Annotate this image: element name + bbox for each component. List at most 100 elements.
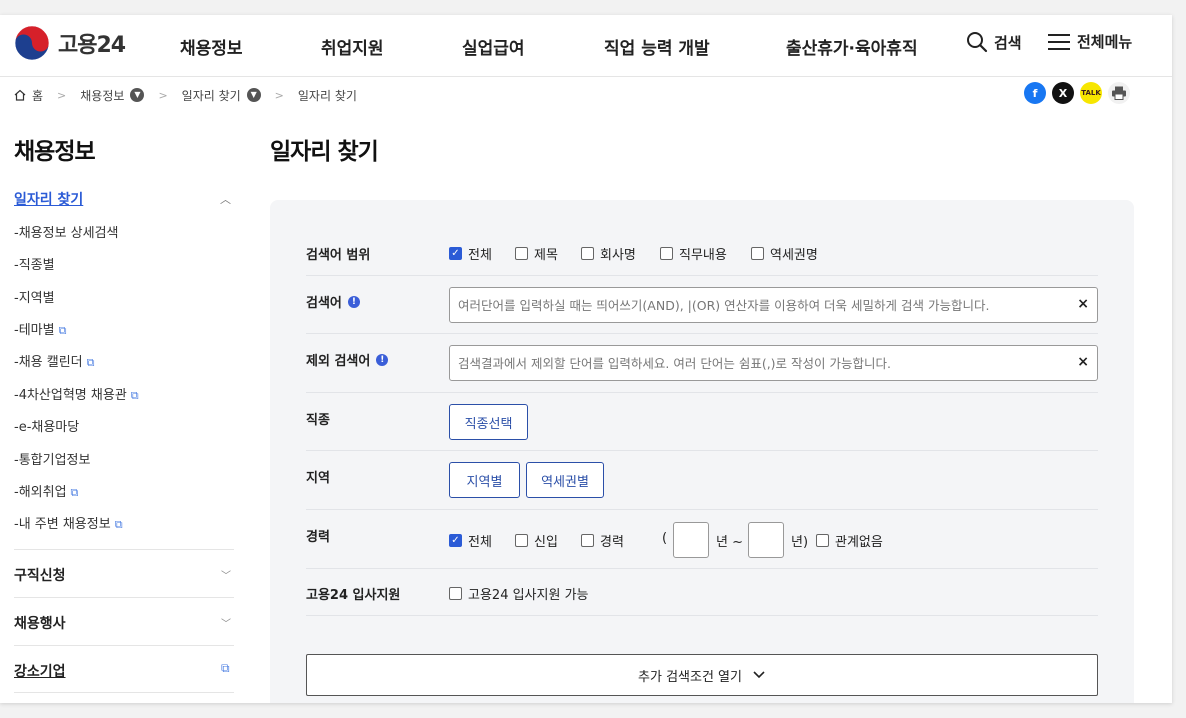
sidebar-group-job-application[interactable]: 구직신청 xyxy=(14,565,66,585)
checkbox-checked-icon: ✓ xyxy=(449,247,462,260)
search-label: 검색 xyxy=(994,33,1022,52)
x-share-button[interactable]: X xyxy=(1052,82,1074,104)
scope-company-checkbox[interactable]: 회사명 xyxy=(581,244,636,263)
search-scope-label: 검색어 범위 xyxy=(306,248,371,263)
search-button[interactable]: 검색 xyxy=(966,31,1022,53)
chevron-down-icon[interactable]: ﹀ xyxy=(221,567,231,582)
breadcrumb-level2[interactable]: 일자리 찾기 xyxy=(182,87,241,104)
facebook-icon: f xyxy=(1032,86,1038,100)
apply-support-row: 고용24 입사지원 고용24 입사지원 가능 xyxy=(306,569,1098,616)
checkbox-icon xyxy=(581,247,594,260)
scope-all-checkbox[interactable]: ✓ 전체 xyxy=(449,244,492,263)
info-icon[interactable]: ! xyxy=(376,353,389,366)
keyword-field: × xyxy=(449,287,1098,323)
apply-support-checkbox[interactable]: 고용24 입사지원 가능 xyxy=(449,584,589,603)
home-icon[interactable] xyxy=(14,89,26,101)
print-button[interactable] xyxy=(1108,82,1130,104)
scope-title-checkbox[interactable]: 제목 xyxy=(515,244,558,263)
sidebar-subitem-calendar[interactable]: -채용 캘린더 ⧉ xyxy=(14,351,94,370)
open-paren: ( xyxy=(662,531,668,546)
more-conditions-button[interactable]: 추가 검색조건 열기 xyxy=(306,654,1098,696)
sidebar-subitem-by-occupation[interactable]: -직종별 xyxy=(14,254,55,273)
checkbox-icon xyxy=(660,247,673,260)
select-occupation-button[interactable]: 직종선택 xyxy=(449,404,528,440)
breadcrumb-level1[interactable]: 채용정보 xyxy=(80,87,124,104)
external-link-icon: ⧉ xyxy=(114,518,123,531)
exclude-label: 제외 검색어! xyxy=(306,350,389,369)
chevron-down-icon[interactable]: ﹀ xyxy=(221,615,231,630)
sidebar-divider xyxy=(14,645,234,646)
info-icon[interactable]: ! xyxy=(347,295,360,308)
sidebar-group-recruit-events[interactable]: 채용행사 xyxy=(14,613,66,633)
external-link-icon[interactable]: ⧉ xyxy=(221,661,230,676)
external-link-icon: ⧉ xyxy=(86,356,95,369)
sidebar-subitem-4th-industry[interactable]: -4차산업혁명 채용관 ⧉ xyxy=(14,384,139,403)
checkbox-icon xyxy=(449,587,462,600)
checkbox-label: 전체 xyxy=(468,535,492,550)
sidebar-item-job-search[interactable]: 일자리 찾기 xyxy=(14,189,83,209)
external-link-icon: ⧉ xyxy=(70,486,79,499)
sidebar-subitem-detail-search[interactable]: -채용정보 상세검색 xyxy=(14,222,119,241)
checkbox-label: 전체 xyxy=(468,248,492,263)
exclude-label-text: 제외 검색어 xyxy=(306,354,371,369)
kakao-share-button[interactable]: TALK xyxy=(1080,82,1102,104)
sidebar-divider xyxy=(14,597,234,598)
sidebar-subitem-label: -채용정보 상세검색 xyxy=(14,226,119,241)
facebook-share-button[interactable]: f xyxy=(1024,82,1046,104)
checkbox-checked-icon: ✓ xyxy=(449,534,462,547)
nav-item-unemployment-benefit[interactable]: 실업급여 xyxy=(462,34,525,59)
region-label: 지역 xyxy=(306,471,330,486)
career-from-unit: 년 ~ xyxy=(716,535,743,550)
by-region-button[interactable]: 지역별 xyxy=(449,462,520,498)
keyword-row: 검색어! × xyxy=(306,276,1098,334)
chevron-up-icon[interactable]: ︿ xyxy=(220,191,231,207)
career-new-checkbox[interactable]: 신입 xyxy=(515,531,558,550)
search-icon xyxy=(967,32,988,53)
checkbox-icon xyxy=(515,534,528,547)
checkbox-label: 직무내용 xyxy=(679,248,727,263)
hamburger-icon xyxy=(1048,33,1070,50)
career-all-checkbox[interactable]: ✓ 전체 xyxy=(449,531,492,550)
sidebar-subitem-nearby[interactable]: -내 주변 채용정보 ⧉ xyxy=(14,513,123,532)
exclude-input[interactable] xyxy=(450,346,1050,380)
scope-station-checkbox[interactable]: 역세권명 xyxy=(751,244,818,263)
dropdown-icon[interactable]: ▼ xyxy=(130,88,145,102)
keyword-label: 검색어! xyxy=(306,292,360,311)
sidebar-subitem-label: -채용 캘린더 xyxy=(14,355,83,370)
chevron-right-icon: > xyxy=(57,88,67,102)
clear-icon[interactable]: × xyxy=(1077,354,1089,370)
career-to-input[interactable] xyxy=(748,522,784,558)
sidebar-subitem-e-recruit[interactable]: -e-채용마당 xyxy=(14,416,79,435)
keyword-input[interactable] xyxy=(450,288,1050,322)
occupation-row: 직종 직종선택 xyxy=(306,393,1098,451)
career-any-checkbox[interactable]: 관계없음 xyxy=(816,531,883,550)
dropdown-icon[interactable]: ▼ xyxy=(246,88,261,102)
career-experienced-checkbox[interactable]: 경력 xyxy=(581,531,624,550)
nav-item-employment-support[interactable]: 취업지원 xyxy=(321,34,384,59)
sidebar-subitem-overseas[interactable]: -해외취업 ⧉ xyxy=(14,481,78,500)
checkbox-label: 신입 xyxy=(534,535,558,550)
clear-icon[interactable]: × xyxy=(1077,296,1089,312)
breadcrumb: 홈 > 채용정보 ▼ > 일자리 찾기 ▼ > 일자리 찾기 xyxy=(14,85,357,105)
occupation-label: 직종 xyxy=(306,413,330,428)
checkbox-icon xyxy=(515,247,528,260)
page: 고용24 채용정보 취업지원 실업급여 직업 능력 개발 출산휴가·육아휴직 검… xyxy=(0,15,1172,703)
sidebar-subitem-by-region[interactable]: -지역별 xyxy=(14,287,55,306)
breadcrumb-home[interactable]: 홈 xyxy=(32,87,43,104)
sidebar-title: 채용정보 xyxy=(14,139,96,165)
sidebar-group-small-giant[interactable]: 강소기업 xyxy=(14,661,66,681)
checkbox-label: 제목 xyxy=(534,248,558,263)
all-menu-button[interactable]: 전체메뉴 xyxy=(1047,31,1132,52)
nav-item-vocational-training[interactable]: 직업 능력 개발 xyxy=(604,34,710,59)
checkbox-label: 관계없음 xyxy=(835,535,883,550)
scope-duty-checkbox[interactable]: 직무내용 xyxy=(660,244,727,263)
by-station-button[interactable]: 역세권별 xyxy=(526,462,604,498)
sidebar-subitem-company-info[interactable]: -통합기업정보 xyxy=(14,449,90,468)
nav-item-parental-leave[interactable]: 출산휴가·육아휴직 xyxy=(786,34,918,59)
keyword-label-text: 검색어 xyxy=(306,296,342,311)
sidebar-subitem-by-theme[interactable]: -테마별 ⧉ xyxy=(14,319,66,338)
sidebar-subitem-label: -e-채용마당 xyxy=(14,420,80,435)
checkbox-icon xyxy=(751,247,764,260)
career-from-input[interactable] xyxy=(673,522,709,558)
nav-item-jobs[interactable]: 채용정보 xyxy=(180,34,243,59)
